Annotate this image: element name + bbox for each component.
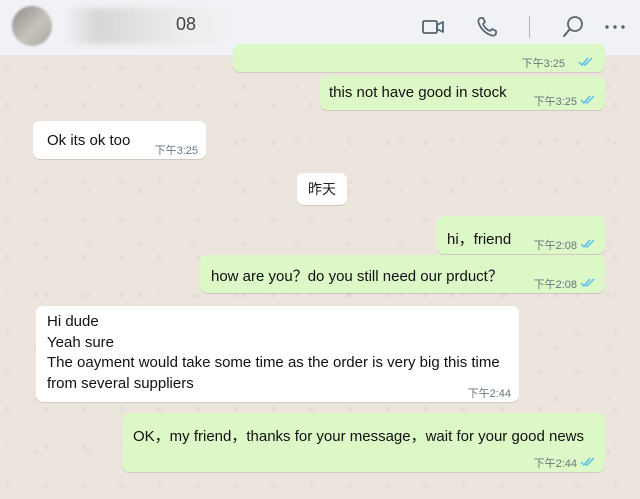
- message-text: Hi dude Yeah sure The oayment would take…: [47, 312, 500, 394]
- message-line: Yeah sure: [47, 333, 115, 351]
- message-list[interactable]: 下午3:25 this not have good in stock 下午3:2…: [0, 44, 640, 499]
- message-bubble-incoming[interactable]: Ok its ok too 下午3:25: [33, 121, 206, 159]
- read-receipt-icon: [580, 457, 595, 467]
- message-time: 下午2:44: [533, 458, 577, 470]
- message-time: 下午3:25: [521, 58, 565, 70]
- message-text: how are you？do you still need our prduct…: [211, 268, 503, 285]
- message-bubble-incoming[interactable]: Hi dude Yeah sure The oayment would take…: [36, 306, 519, 402]
- message-bubble-outgoing[interactable]: how are you？do you still need our prduct…: [200, 255, 605, 293]
- read-receipt-icon: [580, 95, 595, 105]
- message-line: The oayment would take some time as the …: [47, 354, 500, 371]
- contact-name[interactable]: 08: [64, 8, 234, 44]
- message-text: OK，my friend，thanks for your message，wai…: [133, 428, 585, 445]
- message-line: from several suppliers: [47, 374, 194, 392]
- contact-avatar[interactable]: [12, 6, 52, 46]
- video-call-icon[interactable]: [420, 14, 446, 40]
- message-bubble-outgoing[interactable]: hi，friend 下午2:08: [437, 216, 605, 254]
- message-bubble-outgoing[interactable]: this not have good in stock 下午3:25: [320, 76, 605, 110]
- message-line: Hi dude: [47, 313, 99, 330]
- message-time: 下午3:25: [533, 96, 577, 108]
- date-separator: 昨天: [297, 173, 347, 205]
- read-receipt-icon: [580, 278, 595, 288]
- more-options-icon[interactable]: [603, 14, 629, 40]
- message-text: Ok its ok too: [47, 132, 131, 149]
- header-divider: [529, 16, 530, 38]
- name-redaction: [64, 8, 234, 44]
- read-receipt-icon: [580, 239, 595, 249]
- message-time: 下午2:44: [467, 388, 511, 400]
- contact-name-visible: 08: [176, 14, 197, 34]
- message-time: 下午2:08: [533, 240, 577, 252]
- message-bubble-outgoing[interactable]: OK，my friend，thanks for your message，wai…: [122, 413, 605, 472]
- message-text: hi，friend: [447, 231, 512, 248]
- message-text: this not have good in stock: [329, 84, 507, 101]
- message-time: 下午3:25: [154, 145, 198, 157]
- message-time: 下午2:08: [533, 279, 577, 291]
- search-icon[interactable]: [561, 14, 587, 40]
- voice-call-icon[interactable]: [474, 14, 500, 40]
- read-receipt-icon: [578, 57, 593, 67]
- message-bubble-outgoing[interactable]: 下午3:25: [233, 44, 605, 72]
